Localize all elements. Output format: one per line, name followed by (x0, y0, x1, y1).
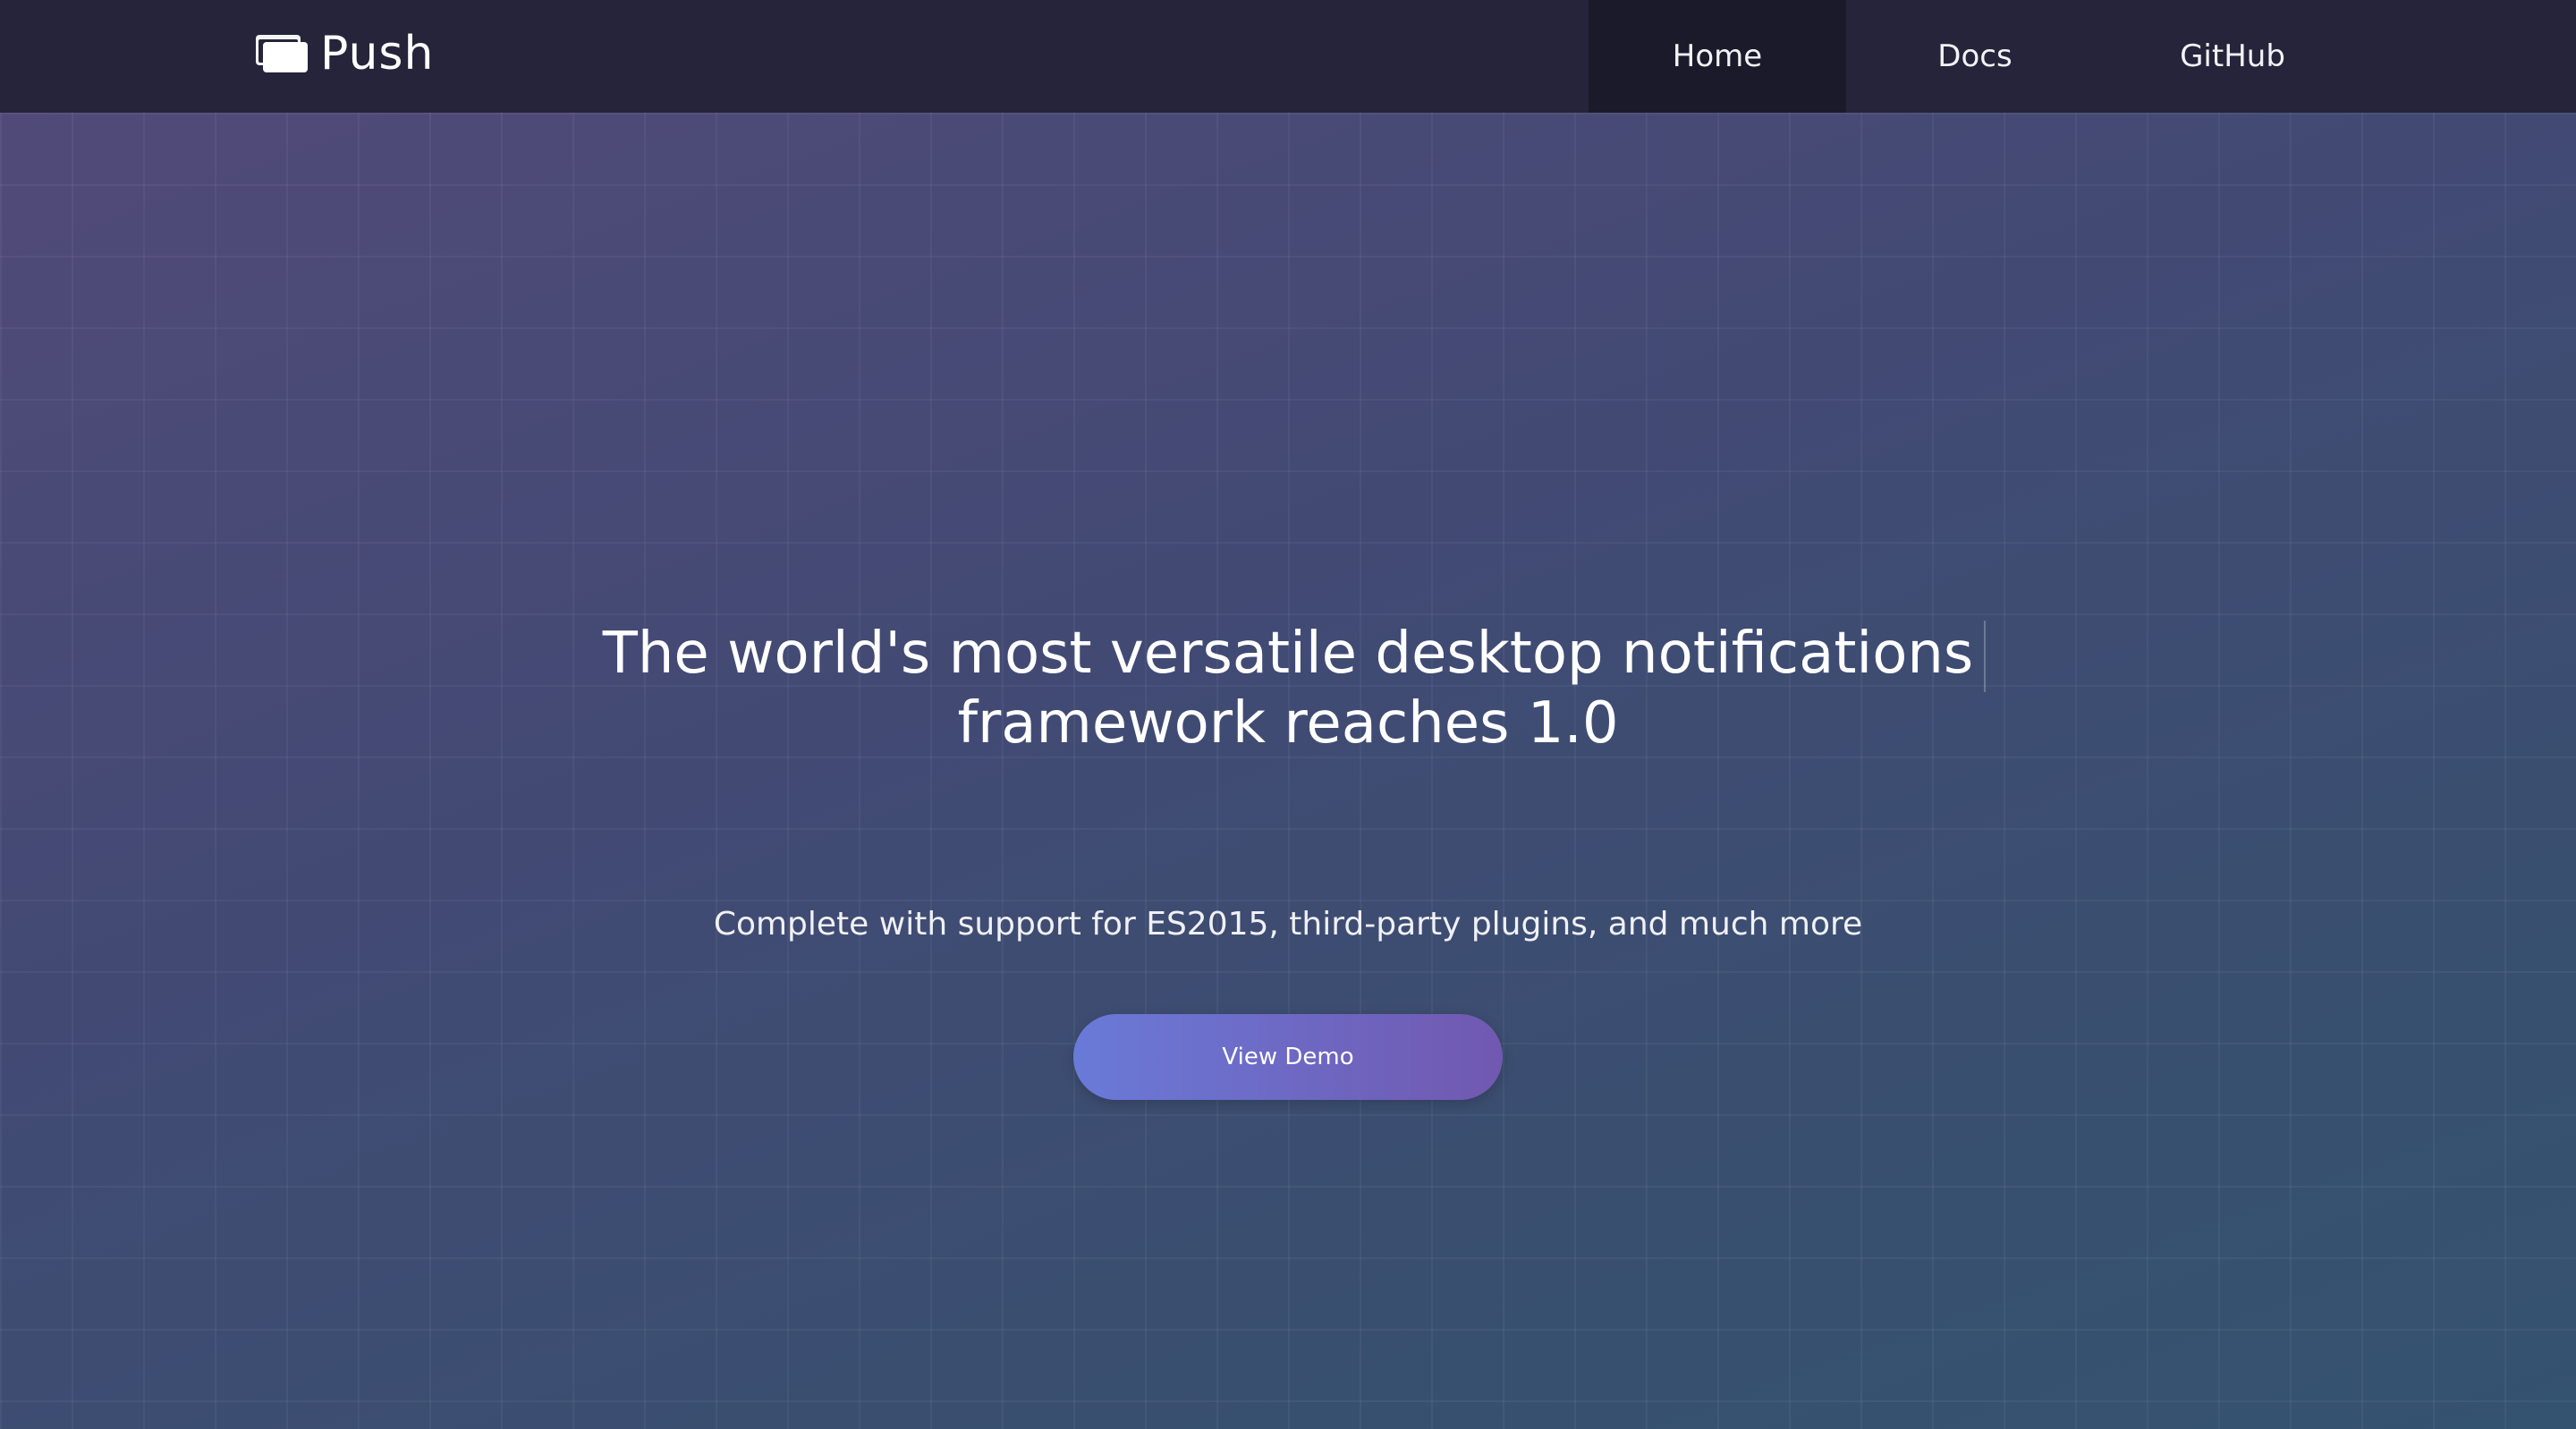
view-demo-button[interactable]: View Demo (1073, 1014, 1503, 1100)
hero-headline: The world's most versatile desktop notif… (483, 619, 2093, 758)
navbar: Push Home Docs GitHub (0, 0, 2576, 113)
brand-name: Push (320, 27, 435, 80)
nav-item-home[interactable]: Home (1589, 0, 1846, 113)
hero-subtitle: Complete with support for ES2015, third-… (713, 906, 1863, 943)
text-cursor (1984, 621, 1986, 692)
nav-item-github[interactable]: GitHub (2104, 0, 2361, 113)
hero-headline-line-1: The world's most versatile desktop notif… (602, 621, 1974, 687)
nav-item-docs[interactable]: Docs (1846, 0, 2104, 113)
browser-windows-icon (256, 35, 308, 72)
brand-logo-link[interactable]: Push (256, 0, 434, 107)
main-nav: Home Docs GitHub (1589, 0, 2361, 113)
hero-headline-line-2: framework reaches 1.0 (957, 690, 1619, 757)
hero-section: The world's most versatile desktop notif… (0, 113, 2576, 1429)
